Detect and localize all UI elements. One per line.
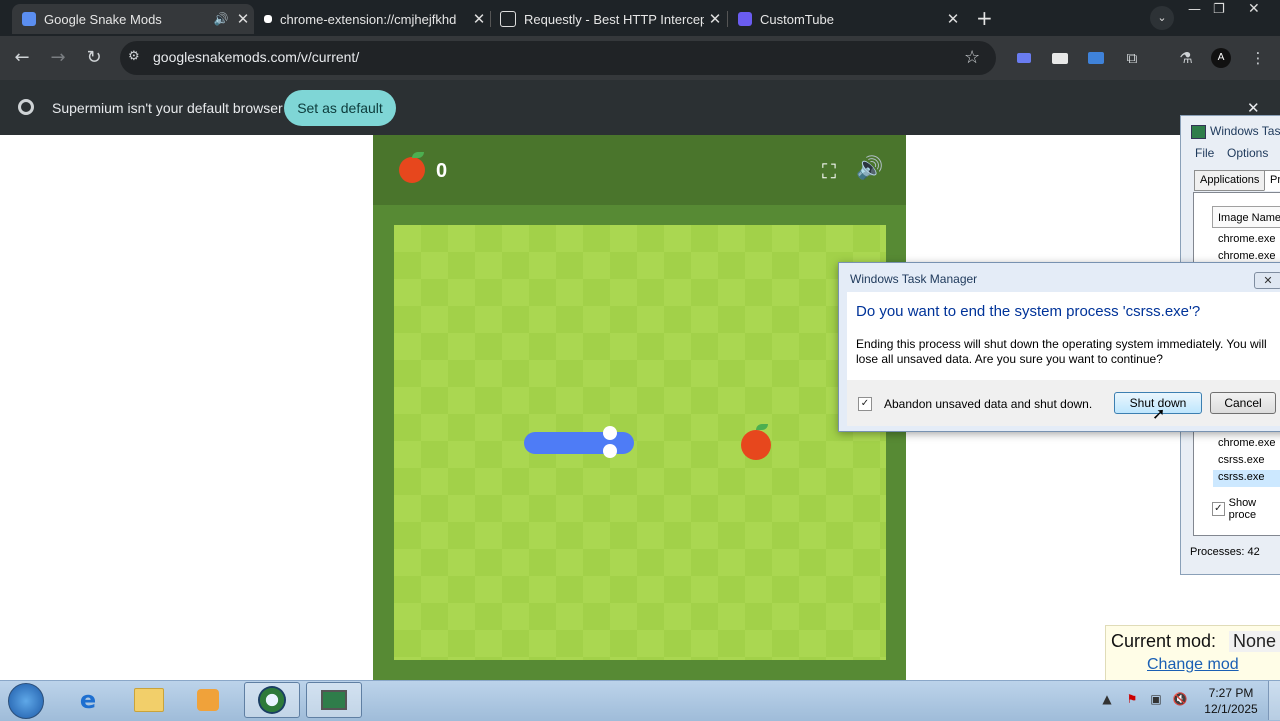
dialog-close-icon[interactable]: ✕	[1254, 272, 1280, 289]
minimize-icon[interactable]: —	[1188, 2, 1201, 17]
taskbar-media-player-icon[interactable]	[180, 682, 236, 718]
apple-score-icon	[399, 157, 425, 183]
menu-options[interactable]: Options	[1227, 146, 1268, 160]
tab-close-icon[interactable]: ✕	[704, 10, 726, 28]
url-text[interactable]: googlesnakemods.com/v/current/	[153, 49, 359, 65]
bookmark-star-icon[interactable]: ☆	[964, 47, 980, 68]
site-info-icon[interactable]: ⚙	[128, 49, 140, 64]
dialog-message: Ending this process will shut down the o…	[856, 337, 1267, 366]
task-manager-title: Windows Tas	[1210, 124, 1280, 138]
checkbox-check-icon: ✓	[858, 397, 872, 411]
new-tab-plus-icon[interactable]: +	[976, 6, 993, 30]
tab-chrome-extension[interactable]: chrome-extension://cmjhejfkhd ✕	[254, 4, 490, 34]
snake-eye-icon	[603, 444, 617, 458]
menu-file[interactable]: File	[1195, 146, 1214, 160]
show-hidden-icons-icon[interactable]: ▲	[1099, 692, 1115, 708]
action-center-flag-icon[interactable]: ⚑	[1124, 692, 1140, 708]
network-icon[interactable]: ▣	[1148, 692, 1164, 708]
taskbar-clock[interactable]: 7:27 PM 12/1/2025	[1196, 685, 1266, 717]
taskbar-explorer-folder-icon[interactable]	[121, 682, 177, 718]
infobar-message: Supermium isn't your default browser	[52, 100, 283, 116]
supermium-logo-icon	[18, 99, 34, 115]
reload-icon[interactable]: ↻	[82, 46, 106, 70]
extension-customtube-icon[interactable]	[1014, 48, 1034, 68]
tab-close-icon[interactable]: ✕	[468, 10, 490, 28]
dialog-heading: Do you want to end the system process 'c…	[856, 303, 1201, 320]
tab-customtube[interactable]: CustomTube ✕	[728, 4, 964, 34]
clock-date: 12/1/2025	[1204, 702, 1258, 716]
tab-title: chrome-extension://cmjhejfkhd	[280, 11, 457, 27]
tab-google-snake-mods[interactable]: Google Snake Mods 🔊 ✕	[12, 4, 254, 34]
process-row[interactable]: chrome.exe	[1218, 233, 1275, 245]
process-row[interactable]: csrss.exe	[1218, 454, 1264, 466]
back-arrow-icon[interactable]: ←	[10, 46, 34, 70]
abandon-data-label: Abandon unsaved data and shut down.	[884, 397, 1093, 411]
customtube-favicon-icon	[738, 12, 752, 26]
tab-applications[interactable]: Applications	[1194, 170, 1266, 191]
process-row[interactable]: chrome.exe	[1218, 437, 1275, 449]
tab-processes[interactable]: Pr	[1264, 170, 1280, 191]
taskbar-browser-icon[interactable]	[244, 682, 300, 718]
fullscreen-icon[interactable]: ⛶	[822, 159, 836, 183]
column-header-image-name[interactable]: Image Name	[1212, 206, 1280, 228]
forward-arrow-icon[interactable]: →	[46, 46, 70, 70]
score-value: 0	[436, 160, 448, 182]
clock-time: 7:27 PM	[1208, 686, 1254, 700]
change-mod-link[interactable]: Change mod	[1147, 656, 1239, 674]
profile-avatar-icon[interactable]: A	[1211, 48, 1231, 68]
extension-video-icon[interactable]	[1050, 48, 1070, 68]
set-as-default-button[interactable]: Set as default	[284, 90, 396, 126]
extensions-puzzle-icon[interactable]: ⧉	[1122, 48, 1142, 68]
extension-monitor-icon[interactable]	[1086, 48, 1106, 68]
snake	[524, 432, 634, 454]
volume-muted-icon[interactable]: 🔇	[1172, 692, 1188, 708]
menu-kebab-icon[interactable]: ⋮	[1248, 48, 1268, 68]
show-processes-label: Show proce	[1228, 497, 1257, 521]
checkbox-check-icon: ✓	[1212, 502, 1225, 516]
snake-eye-icon	[603, 426, 617, 440]
taskbar-task-manager-icon[interactable]	[306, 682, 362, 718]
tab-search-chevron-icon[interactable]: ⌄	[1150, 6, 1174, 30]
process-count-status: Processes: 42	[1190, 546, 1260, 558]
snake-favicon-icon	[22, 12, 36, 26]
show-processes-checkbox[interactable]: ✓ Show proce	[1212, 497, 1280, 521]
mouse-cursor-icon: ➚	[1152, 404, 1166, 423]
tab-requestly[interactable]: Requestly - Best HTTP Intercept ✕	[490, 4, 726, 34]
taskbar-internet-explorer-icon[interactable]: e	[60, 682, 116, 718]
current-mod-value: None	[1229, 631, 1280, 652]
tab-close-icon[interactable]: ✕	[942, 10, 964, 28]
process-row-selected[interactable]: csrss.exe	[1218, 471, 1264, 483]
requestly-favicon-icon	[500, 11, 516, 27]
task-manager-app-icon	[1191, 125, 1206, 139]
cancel-button[interactable]: Cancel	[1210, 392, 1276, 414]
tab-title: Google Snake Mods	[44, 11, 162, 27]
labs-flask-icon[interactable]: ⚗	[1176, 48, 1196, 68]
current-mod-label: Current mod:	[1111, 631, 1217, 651]
extension-favicon-icon	[264, 15, 272, 23]
window-close-icon[interactable]: ✕	[1248, 1, 1260, 17]
restore-icon[interactable]: ❐	[1213, 2, 1225, 17]
apple-icon	[741, 430, 771, 460]
dialog-title: Windows Task Manager	[850, 272, 978, 286]
tab-title: CustomTube	[760, 11, 834, 27]
process-row[interactable]: chrome.exe	[1218, 250, 1275, 262]
tab-close-icon[interactable]: ✕	[232, 10, 254, 28]
abandon-data-checkbox[interactable]: ✓ Abandon unsaved data and shut down.	[858, 397, 1092, 411]
game-board[interactable]	[394, 225, 886, 660]
show-desktop-button[interactable]	[1268, 681, 1280, 720]
sound-icon[interactable]: 🔊	[856, 156, 883, 181]
speaker-icon[interactable]: 🔊	[210, 12, 232, 26]
start-button-icon[interactable]	[8, 683, 44, 719]
tab-title: Requestly - Best HTTP Intercept	[524, 11, 704, 27]
